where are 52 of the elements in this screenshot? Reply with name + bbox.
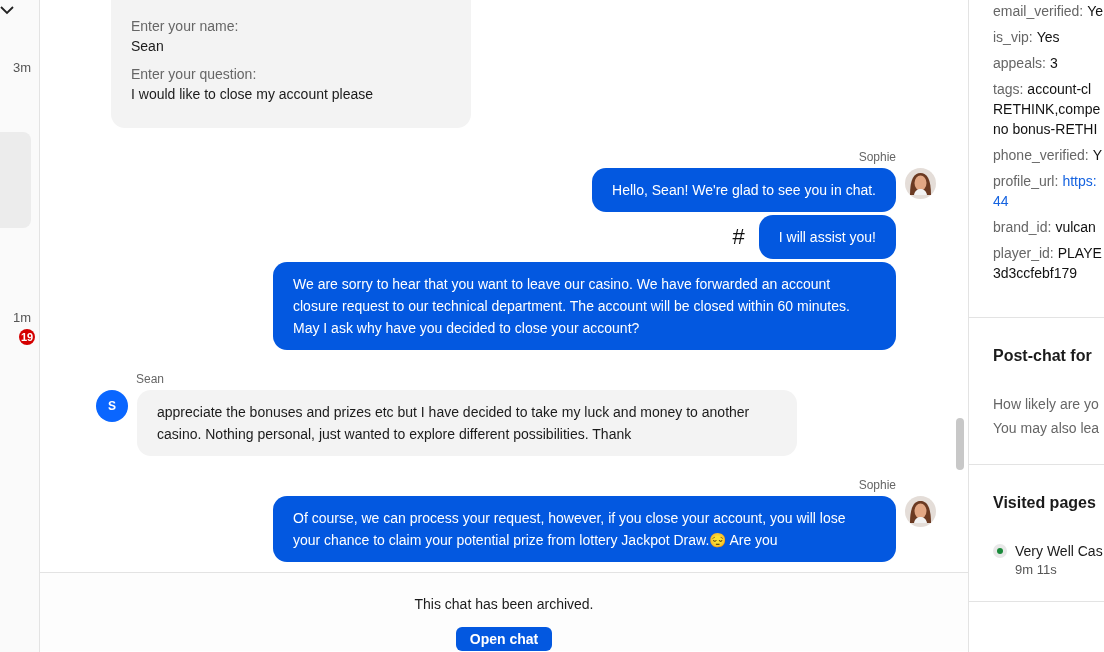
section-title: Post-chat for — [993, 346, 1093, 366]
detail-key: phone_verified: — [993, 147, 1089, 163]
detail-key: player_id: — [993, 245, 1054, 261]
page-title[interactable]: Very Well Cas — [1015, 541, 1103, 561]
sender-name: Sophie — [858, 478, 896, 492]
detail-value: Y — [1092, 146, 1103, 165]
detail-key: appeals: — [993, 55, 1046, 71]
detail-value: no bonus-RETHI — [993, 120, 1098, 139]
detail-key: email_verified: — [993, 3, 1084, 19]
conversation-item[interactable]: 1m 19 — [8, 310, 39, 345]
detail-value: vulcan — [1055, 218, 1096, 237]
field-value: Sean — [131, 37, 165, 56]
conversation-item[interactable]: 3m — [8, 60, 39, 75]
unread-count: 19 — [19, 329, 35, 345]
scrollbar-thumb[interactable] — [956, 418, 964, 470]
status-dot — [993, 544, 1007, 558]
avatar-icon — [905, 168, 936, 199]
visit-duration: 9m 11s — [1015, 561, 1058, 579]
detail-value: RETHINK,compe — [993, 100, 1101, 119]
open-chat-button[interactable]: Open chat — [455, 627, 553, 651]
field-value: I would like to close my account please — [131, 85, 374, 104]
hash-marker: # — [732, 224, 745, 250]
message-bubble: We are sorry to hear that you want to leave our casino. We have forwarded an account closure request to our technical department. The account will be closed within 60 minutes. May I ask why have you decided to close your account? — [273, 262, 896, 350]
sender-name: Sean — [136, 372, 166, 386]
time-label: 1m — [12, 310, 31, 325]
detail-key: tags: — [993, 81, 1024, 97]
avatar-icon — [905, 496, 936, 527]
detail-key: profile_url: — [993, 173, 1059, 189]
detail-value: Yes — [1036, 28, 1060, 47]
avatar-initial: S — [96, 390, 128, 422]
profile-link[interactable]: 44 — [993, 191, 1009, 211]
message-bubble: Of course, we can process your request, however, if you close your account, you will lose your chance to claim your potential prize from lottery Jackpot Draw.😔 Are you — [273, 496, 896, 562]
archived-notice: This chat has been archived. — [414, 595, 594, 613]
field-label: Enter your name: — [131, 17, 240, 36]
profile-link[interactable]: https: — [1062, 171, 1097, 191]
detail-key: brand_id: — [993, 219, 1052, 235]
detail-value: 3d3ccfebf179 — [993, 264, 1078, 283]
time-label: 3m — [12, 60, 31, 75]
detail-value: account-cl — [1027, 80, 1092, 99]
section-title: Visited pages — [993, 493, 1097, 513]
detail-value: Ye — [1087, 2, 1104, 21]
chevron-down-icon[interactable] — [0, 6, 14, 15]
message-bubble: appreciate the bonuses and prizes etc but I have decided to take my luck and money to another casino. Nothing personal, just wanted to explore different possibilities. Thank — [137, 390, 797, 456]
detail-key: is_vip: — [993, 29, 1033, 45]
field-label: Enter your question: — [131, 65, 258, 84]
detail-value: 3 — [1049, 54, 1058, 73]
message-bubble: Hello, Sean! We're glad to see you in chat. — [592, 168, 896, 212]
message-bubble: I will assist you! — [758, 215, 896, 259]
form-question: How likely are yo — [993, 395, 1100, 414]
detail-value: PLAYE — [1057, 244, 1102, 263]
form-question: You may also lea — [993, 419, 1101, 438]
sender-name: Sophie — [858, 150, 896, 164]
